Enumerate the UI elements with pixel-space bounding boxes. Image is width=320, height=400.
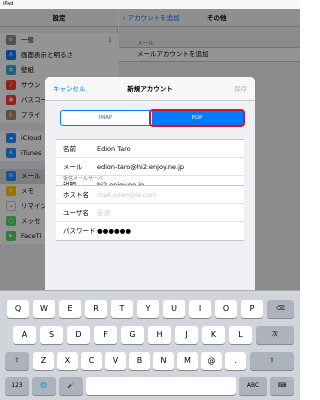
key-c[interactable]: C	[81, 352, 102, 370]
host-field-placeholder[interactable]: mail.example.com	[97, 186, 157, 204]
key-m[interactable]: M	[177, 352, 198, 370]
globe-key[interactable]: 🌐	[32, 377, 56, 395]
keyboard-icon: ⌨	[277, 382, 287, 389]
name-field-value[interactable]: Edion Taro	[97, 140, 131, 158]
key-t[interactable]: T	[111, 300, 133, 318]
host-field-row[interactable]: ホスト名 mail.example.com	[56, 186, 244, 204]
shift-key-right[interactable]: ⇧	[250, 352, 294, 370]
key-j[interactable]: J	[175, 326, 198, 344]
key-h[interactable]: H	[148, 326, 171, 344]
key-v[interactable]: V	[105, 352, 126, 370]
delete-icon: ⌫	[276, 305, 285, 312]
key-w[interactable]: W	[33, 300, 55, 318]
microphone-icon: 🎤	[67, 382, 75, 389]
incoming-server-header: 受信メールサーバ	[63, 176, 103, 182]
key-p[interactable]: P	[241, 300, 263, 318]
key-y[interactable]: Y	[137, 300, 159, 318]
ipad-screen: iPad 設定 ⚙ 一般 1 A 画面表示と明るさ ✿ 壁紙 ♪ サウン ▣ パ…	[0, 0, 300, 400]
key-q[interactable]: Q	[7, 300, 29, 318]
key-i[interactable]: I	[189, 300, 211, 318]
key-e[interactable]: E	[59, 300, 81, 318]
password-field-label: パスワード	[63, 227, 96, 235]
shift-key[interactable]: ⇧	[5, 352, 29, 370]
key-k[interactable]: K	[202, 326, 225, 344]
new-account-modal: 新規アカウント キャンセル 保存 IMAP POP 名前 Edion Taro …	[45, 77, 255, 290]
username-field-row[interactable]: ユーザ名 必須	[56, 204, 244, 222]
device-label: iPad	[3, 1, 14, 7]
email-field-label: メール	[63, 163, 83, 171]
email-field-value[interactable]: edion-taro@hi2.enjoy.ne.jp	[97, 158, 184, 176]
username-field-label: ユーザ名	[63, 209, 89, 217]
globe-icon: 🌐	[40, 382, 48, 389]
incoming-server-group: ホスト名 mail.example.com ユーザ名 必須 パスワード ●●●●…	[56, 185, 244, 241]
modal-nav-bar: 新規アカウント キャンセル 保存	[45, 77, 255, 101]
key-r[interactable]: R	[85, 300, 107, 318]
shift-icon: ⇧	[14, 357, 20, 364]
key-l[interactable]: L	[229, 326, 252, 344]
shift-icon: ⇧	[269, 357, 275, 364]
name-field-label: 名前	[63, 145, 76, 153]
save-button[interactable]: 保存	[234, 77, 247, 101]
hide-keyboard-key[interactable]: ⌨	[270, 377, 294, 395]
key-s[interactable]: S	[40, 326, 63, 344]
key-f[interactable]: F	[94, 326, 117, 344]
status-bar: iPad	[0, 0, 300, 9]
password-field-row[interactable]: パスワード ●●●●●●	[56, 222, 244, 240]
key-n[interactable]: N	[153, 352, 174, 370]
key-z[interactable]: Z	[33, 352, 54, 370]
email-field-row[interactable]: メール edion-taro@hi2.enjoy.ne.jp	[56, 158, 244, 176]
host-field-label: ホスト名	[63, 191, 89, 199]
delete-key[interactable]: ⌫	[267, 300, 294, 318]
abc-key[interactable]: ABC	[239, 377, 267, 395]
dictation-key[interactable]: 🎤	[59, 377, 83, 395]
onscreen-keyboard: Q W E R T Y U I O P ⌫ A S D F G H J K L …	[0, 290, 300, 400]
key-g[interactable]: G	[121, 326, 144, 344]
next-key[interactable]: 次	[256, 326, 294, 344]
username-field-placeholder[interactable]: 必須	[97, 204, 110, 222]
key-o[interactable]: O	[215, 300, 237, 318]
key-period[interactable]: .	[225, 352, 246, 370]
key-u[interactable]: U	[163, 300, 185, 318]
numbers-key[interactable]: 123	[5, 377, 29, 395]
key-x[interactable]: X	[57, 352, 78, 370]
key-b[interactable]: B	[129, 352, 150, 370]
space-key[interactable]	[86, 377, 236, 395]
password-field-value[interactable]: ●●●●●●	[97, 222, 131, 240]
pop-highlight-outline	[149, 109, 245, 127]
key-d[interactable]: D	[67, 326, 90, 344]
key-at[interactable]: @	[201, 352, 222, 370]
name-field-row[interactable]: 名前 Edion Taro	[56, 140, 244, 158]
key-a[interactable]: A	[13, 326, 36, 344]
cancel-button[interactable]: キャンセル	[53, 77, 86, 101]
segment-imap[interactable]: IMAP	[61, 111, 151, 125]
